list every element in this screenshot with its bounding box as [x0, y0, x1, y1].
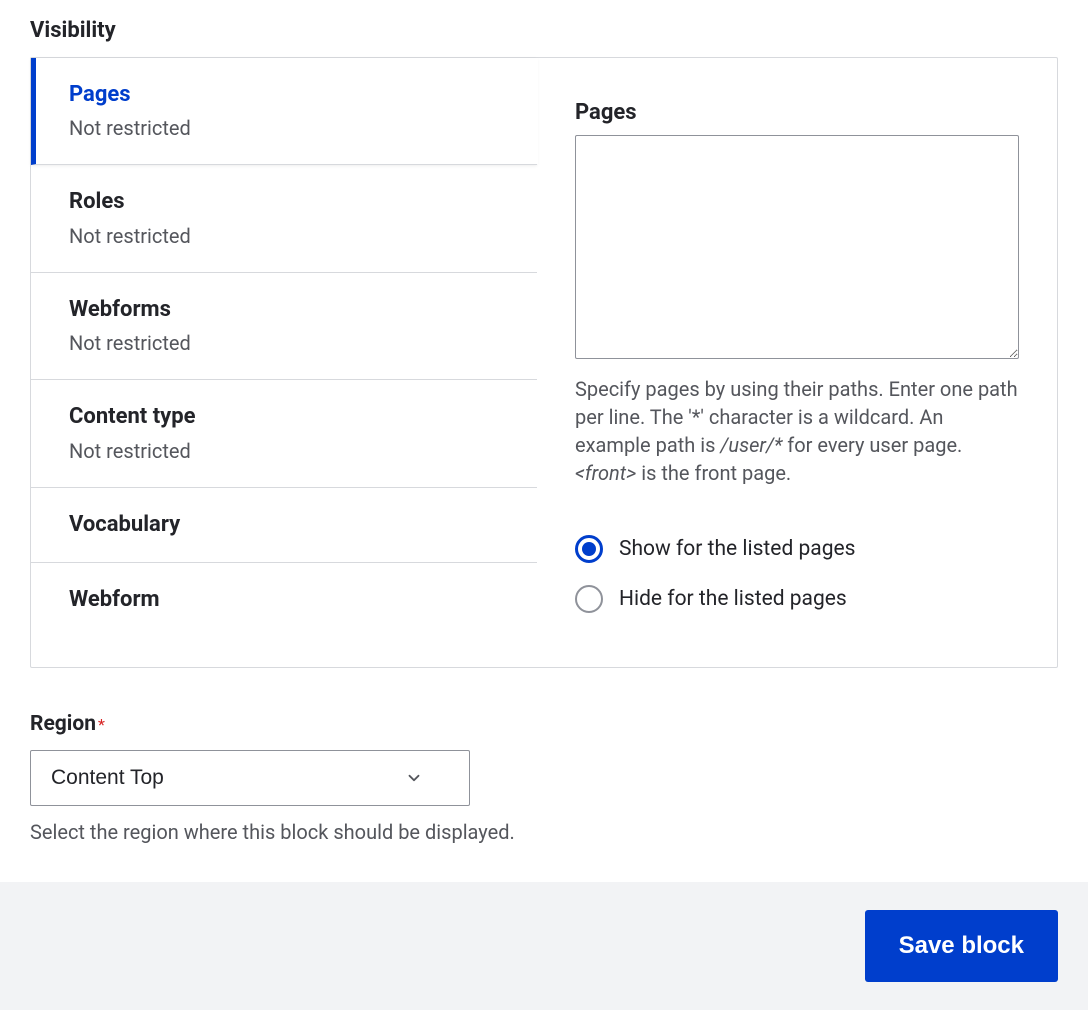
radio-hide-listed[interactable]: Hide for the listed pages: [575, 585, 1019, 613]
region-field: Region* Content Top Select the region wh…: [30, 712, 1058, 844]
visibility-panel: Pages Specify pages by using their paths…: [537, 58, 1057, 667]
visibility-heading: Visibility: [30, 18, 1058, 43]
radio-show-listed[interactable]: Show for the listed pages: [575, 535, 1019, 563]
tab-roles-subtitle: Not restricted: [69, 224, 499, 248]
tab-content-type-subtitle: Not restricted: [69, 439, 499, 463]
save-block-button[interactable]: Save block: [865, 910, 1058, 982]
negate-radio-group: Show for the listed pages Hide for the l…: [575, 535, 1019, 613]
required-mark: *: [98, 715, 105, 734]
radio-show-listed-label: Show for the listed pages: [619, 537, 855, 561]
tab-roles-title: Roles: [69, 189, 499, 215]
tab-webform[interactable]: Webform: [31, 563, 537, 637]
tab-webforms-title: Webforms: [69, 297, 499, 323]
pages-help-text: Specify pages by using their paths. Ente…: [575, 375, 1019, 487]
actions-bar: Save block: [0, 882, 1088, 1010]
tab-pages[interactable]: Pages Not restricted: [31, 58, 537, 165]
radio-button-icon: [575, 535, 603, 563]
tab-webform-title: Webform: [69, 587, 499, 613]
region-select[interactable]: Content Top: [30, 750, 470, 806]
region-selected-value: Content Top: [51, 766, 164, 790]
tab-vocabulary[interactable]: Vocabulary: [31, 488, 537, 563]
tab-vocabulary-title: Vocabulary: [69, 512, 499, 538]
tab-content-type-title: Content type: [69, 404, 499, 430]
pages-textarea[interactable]: [575, 135, 1019, 359]
pages-label: Pages: [575, 100, 1019, 125]
visibility-tabs: Pages Not restricted Roles Not restricte…: [31, 58, 537, 667]
tab-pages-title: Pages: [69, 82, 499, 108]
region-help-text: Select the region where this block shoul…: [30, 820, 1058, 844]
tab-content-type[interactable]: Content type Not restricted: [31, 380, 537, 487]
tab-pages-subtitle: Not restricted: [69, 116, 499, 140]
region-label: Region: [30, 712, 96, 736]
radio-hide-listed-label: Hide for the listed pages: [619, 587, 847, 611]
tab-webforms-subtitle: Not restricted: [69, 331, 499, 355]
tab-webforms[interactable]: Webforms Not restricted: [31, 273, 537, 380]
chevron-down-icon: [405, 769, 423, 787]
visibility-container: Pages Not restricted Roles Not restricte…: [30, 57, 1058, 668]
tab-roles[interactable]: Roles Not restricted: [31, 165, 537, 272]
radio-button-icon: [575, 585, 603, 613]
